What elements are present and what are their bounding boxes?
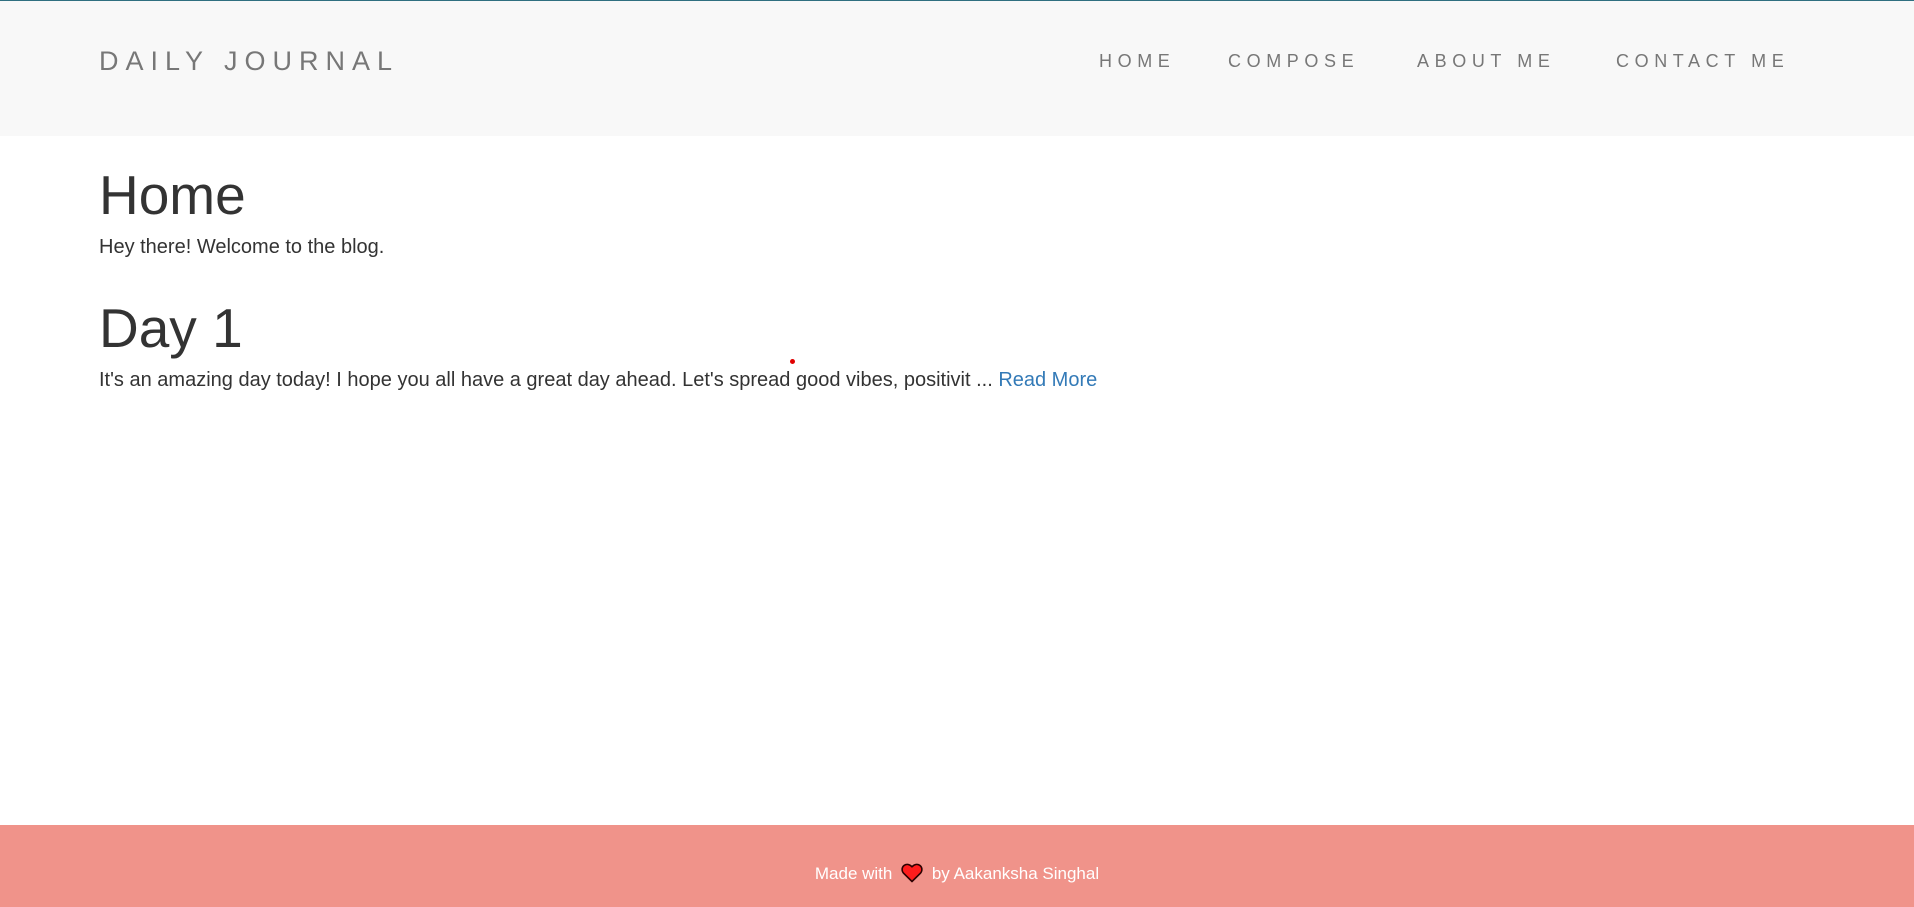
nav-compose-link[interactable]: COMPOSE: [1228, 51, 1359, 72]
heart-icon: [901, 863, 923, 883]
post-excerpt-line: It's an amazing day today! I hope you al…: [99, 365, 1799, 395]
page-title: Home: [99, 164, 246, 226]
nav-contact-link[interactable]: CONTACT ME: [1616, 51, 1789, 72]
read-more-link[interactable]: Read More: [998, 369, 1097, 391]
main-nav: HOME COMPOSE ABOUT ME CONTACT ME: [0, 51, 1914, 75]
footer: Made with by Aakanksha Singhal: [0, 825, 1914, 907]
post-title: Day 1: [99, 297, 243, 359]
navbar: DAILY JOURNAL HOME COMPOSE ABOUT ME CONT…: [0, 1, 1914, 136]
nav-home-link[interactable]: HOME: [1099, 51, 1175, 72]
intro-text: Hey there! Welcome to the blog.: [99, 236, 385, 258]
post-item: Day 1 It's an amazing day today! I hope …: [99, 293, 1799, 395]
main-content: Home Hey there! Welcome to the blog. Day…: [99, 160, 1799, 395]
nav-about-link[interactable]: ABOUT ME: [1417, 51, 1555, 72]
post-excerpt: It's an amazing day today! I hope you al…: [99, 369, 993, 391]
footer-author: by Aakanksha Singhal: [931, 864, 1100, 883]
footer-prefix: Made with: [814, 864, 893, 883]
footer-credit: Made with by Aakanksha Singhal: [0, 863, 1914, 884]
page: DAILY JOURNAL HOME COMPOSE ABOUT ME CONT…: [0, 0, 1914, 907]
cursor-marker: [790, 359, 795, 364]
